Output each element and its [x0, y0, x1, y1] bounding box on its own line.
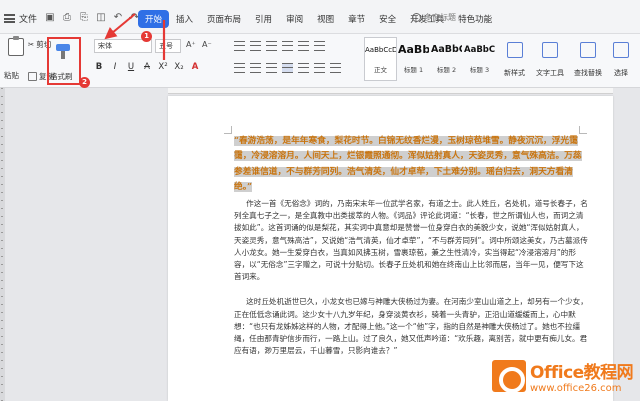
subscript-button[interactable]: X₂ — [174, 62, 184, 72]
selected-quote-text[interactable]: “春游浩荡，是年年寒食，梨花时节。白锦无纹香烂漫，玉树琼苞堆雪。静夜沉沉，浮光霭… — [234, 134, 589, 195]
font-color-button[interactable]: A — [190, 62, 200, 72]
style-heading-2[interactable]: AaBbC 标题 2 — [430, 37, 463, 81]
tab-section[interactable]: 章节 — [341, 10, 372, 28]
watermark-title: Office教程网 — [530, 362, 634, 383]
text-tools-button[interactable]: 文字工具 — [536, 42, 564, 78]
save-icon[interactable]: ▣ — [44, 12, 56, 24]
sort-icon[interactable] — [298, 41, 309, 51]
line-spacing-icon[interactable] — [314, 63, 325, 73]
border-icon[interactable] — [330, 63, 341, 73]
strikethrough-button[interactable]: A — [142, 62, 152, 72]
text-tools-icon — [542, 42, 558, 58]
font-format-row: B I U A X² X₂ A — [94, 62, 200, 72]
tab-references[interactable]: 引用 — [248, 10, 279, 28]
find-replace-button[interactable]: 查找替换 — [574, 42, 602, 78]
new-style-icon — [506, 42, 523, 58]
menu-bar: 文件 ▣ ⎙ ⎘ ◫ ↶ ↷ ⌄ 开始 插入 页面布局 引用 审阅 视图 章节 … — [0, 0, 640, 34]
chevron-down-icon[interactable]: ⌄ — [127, 12, 135, 22]
superscript-button[interactable]: X² — [158, 62, 168, 72]
paste-icon[interactable] — [8, 36, 24, 56]
styles-gallery: AaBbCcDd 正文 AaBb 标题 1 AaBbC 标题 2 AaBbC 标… — [364, 37, 498, 81]
justify-icon[interactable] — [282, 63, 293, 73]
tab-page-layout[interactable]: 页面布局 — [200, 10, 248, 28]
bullet-list-icon[interactable] — [234, 41, 245, 51]
file-menu[interactable]: 文件 — [4, 12, 37, 25]
paste-button[interactable]: 粘贴 — [4, 70, 19, 81]
ribbon-home: 粘贴 ✂ 剪切 复制 格式刷 2 宋体 五号 A⁺ A⁻ B I U A X² … — [0, 34, 640, 88]
paragraph[interactable]: 作这一首《无俗念》词的，乃南宋末年一位武学名家，有道之士。此人姓丘，名处机，道号… — [234, 198, 589, 283]
print-icon[interactable]: ⎘ — [78, 12, 90, 24]
vertical-ruler[interactable] — [0, 88, 5, 401]
new-style-button[interactable]: 新样式 — [504, 42, 525, 78]
format-painter-label: 格式刷 — [50, 72, 73, 81]
tab-home[interactable]: 开始 — [138, 10, 170, 28]
font-size-select[interactable]: 五号 — [155, 39, 181, 53]
decrease-indent-icon[interactable] — [266, 41, 277, 51]
file-menu-label[interactable]: 文件 — [19, 12, 37, 25]
tab-view[interactable]: 视图 — [310, 10, 341, 28]
align-left-icon[interactable] — [234, 63, 245, 73]
tab-features[interactable]: 特色功能 — [451, 10, 499, 28]
step-badge-2: 2 — [79, 77, 90, 88]
site-watermark: Office教程网 www.office26.com — [492, 350, 640, 401]
tab-security[interactable]: 安全 — [372, 10, 403, 28]
find-replace-icon — [580, 42, 596, 58]
style-heading-1[interactable]: AaBb 标题 1 — [397, 37, 430, 81]
search-placeholder[interactable]: 多窗标题 — [424, 12, 456, 23]
copy-icon — [28, 71, 37, 81]
shrink-font-icon[interactable]: A⁻ — [202, 40, 212, 49]
italic-button[interactable]: I — [110, 62, 120, 72]
bold-button[interactable]: B — [94, 62, 104, 72]
distribute-icon[interactable] — [298, 63, 309, 73]
tab-review[interactable]: 审阅 — [279, 10, 310, 28]
export-pdf-icon[interactable]: ⎙ — [61, 12, 73, 24]
align-right-icon[interactable] — [266, 63, 277, 73]
increase-indent-icon[interactable] — [282, 41, 293, 51]
style-normal[interactable]: AaBbCcDd 正文 — [364, 37, 397, 81]
scissors-icon: ✂ — [28, 39, 35, 49]
select-button[interactable]: 选择 — [613, 42, 629, 78]
print-preview-icon[interactable]: ◫ — [95, 12, 107, 24]
search-box[interactable]: 多窗标题 — [412, 12, 456, 23]
undo-icon[interactable]: ↶ — [112, 12, 124, 24]
select-icon — [613, 42, 629, 58]
paragraph-row-top — [234, 41, 325, 51]
search-icon — [412, 13, 421, 22]
hamburger-icon[interactable] — [4, 14, 15, 23]
align-center-icon[interactable] — [250, 63, 261, 73]
numbered-list-icon[interactable] — [250, 41, 261, 51]
show-marks-icon[interactable] — [314, 41, 325, 51]
watermark-url: www.office26.com — [530, 382, 622, 394]
style-heading-3[interactable]: AaBbC 标题 3 — [463, 37, 496, 81]
grow-font-icon[interactable]: A⁺ — [186, 40, 196, 49]
step-badge-1: 1 — [141, 31, 152, 42]
format-painter-icon — [56, 44, 70, 59]
paragraph[interactable]: 这时丘处机逝世已久，小龙女也已嫁与神雕大侠杨过为妻。在河南少室山山道之上，却另有… — [234, 296, 589, 357]
document-body[interactable]: 作这一首《无俗念》词的，乃南宋末年一位武学名家，有道之士。此人姓丘，名处机，道号… — [234, 198, 589, 370]
format-painter-button[interactable]: 格式刷 — [47, 37, 81, 85]
margin-corner-mark — [224, 126, 232, 134]
horizontal-ruler[interactable] — [168, 88, 613, 94]
tab-insert[interactable]: 插入 — [169, 10, 200, 28]
underline-button[interactable]: U — [126, 62, 136, 72]
margin-corner-mark — [579, 126, 587, 134]
office-logo-icon — [492, 359, 526, 393]
paragraph-row-bottom — [234, 63, 341, 73]
